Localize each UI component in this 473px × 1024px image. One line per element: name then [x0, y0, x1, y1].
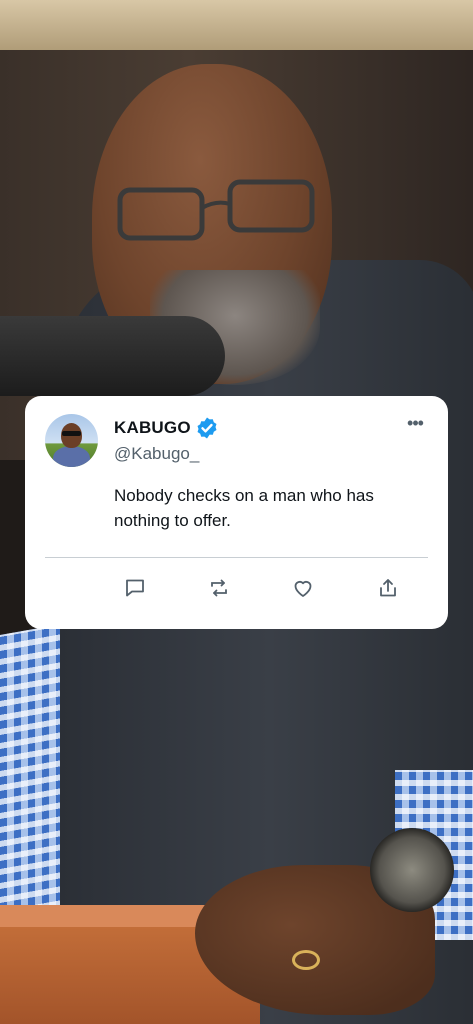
retweet-button[interactable]	[207, 576, 231, 600]
wristwatch	[370, 828, 454, 912]
avatar-sunglasses	[62, 431, 81, 436]
tweet-card: KABUGO @Kabugo_ ••• Nobody checks on a m…	[25, 396, 448, 629]
avatar[interactable]	[45, 414, 98, 467]
tweet-text: Nobody checks on a man who has nothing t…	[114, 486, 374, 530]
user-handle[interactable]: @Kabugo_	[114, 444, 199, 464]
divider	[45, 557, 428, 558]
share-icon	[380, 579, 396, 597]
like-button[interactable]	[291, 576, 315, 600]
retweet-icon	[211, 579, 227, 597]
more-options-icon[interactable]: •••	[405, 414, 425, 436]
avatar-body	[53, 446, 90, 467]
microphone	[0, 316, 225, 396]
display-name[interactable]: KABUGO	[114, 418, 191, 438]
reply-button[interactable]	[123, 576, 147, 600]
like-icon	[294, 580, 312, 597]
verified-badge-icon	[197, 417, 217, 439]
share-button[interactable]	[376, 576, 400, 600]
eyeglasses	[117, 179, 315, 241]
reply-icon	[126, 579, 144, 597]
wedding-ring	[292, 950, 320, 970]
